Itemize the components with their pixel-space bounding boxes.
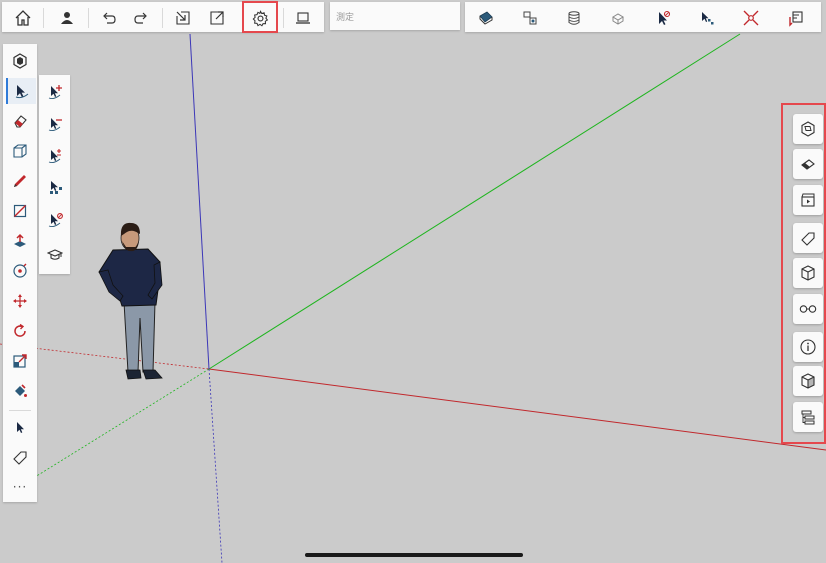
select-add-icon[interactable]: [42, 79, 68, 105]
settings-icon[interactable]: [245, 4, 275, 32]
z-axis-negative: [208, 368, 223, 563]
rotate-icon[interactable]: [6, 318, 34, 344]
line-style-icon[interactable]: [6, 138, 34, 164]
select-none-icon[interactable]: [648, 4, 678, 32]
select-toggle-icon[interactable]: [42, 143, 68, 169]
components-panel-icon[interactable]: [793, 258, 823, 288]
export-icon[interactable]: [202, 4, 232, 32]
select-none-flyout-icon[interactable]: [42, 207, 68, 233]
move-icon[interactable]: [6, 288, 34, 314]
scale-icon[interactable]: [6, 348, 34, 374]
fit-view-icon[interactable]: [736, 4, 766, 32]
outliner-icon[interactable]: [793, 402, 823, 432]
display-icon[interactable]: [288, 4, 318, 32]
left-toolbar: ···: [3, 44, 37, 502]
learn-icon[interactable]: [42, 242, 68, 268]
more-label: ···: [12, 480, 28, 494]
push-pull-icon[interactable]: [6, 228, 34, 254]
entity-info-icon[interactable]: [793, 114, 823, 144]
solid-tools-icon[interactable]: [604, 4, 634, 32]
eraser-panel-icon[interactable]: [793, 149, 823, 179]
tools-icon[interactable]: [6, 48, 34, 74]
select-tool-icon[interactable]: [692, 4, 722, 32]
home-icon[interactable]: [8, 4, 38, 32]
tags-icon[interactable]: [793, 223, 823, 253]
redo-icon[interactable]: [126, 4, 156, 32]
measurements-box[interactable]: 測定: [330, 2, 460, 30]
paint-icon[interactable]: [6, 378, 34, 404]
top-toolbar-tools: [465, 2, 821, 32]
right-panel-tray: [783, 104, 826, 444]
select-subtract-icon[interactable]: [42, 111, 68, 137]
home-indicator[interactable]: [305, 553, 523, 557]
info-icon[interactable]: [793, 332, 823, 362]
y-axis: [208, 33, 741, 370]
scale-figure[interactable]: [98, 222, 163, 380]
y-axis-negative: [34, 368, 210, 478]
x-axis: [208, 368, 826, 451]
import-icon[interactable]: [168, 4, 198, 32]
measurements-label: 測定: [336, 13, 355, 23]
eraser-icon[interactable]: [6, 108, 34, 134]
rectangle-icon[interactable]: [6, 198, 34, 224]
orbit-icon[interactable]: [6, 258, 34, 284]
undo-icon[interactable]: [94, 4, 124, 32]
more-icon[interactable]: ···: [6, 474, 34, 500]
views-icon[interactable]: [793, 294, 823, 324]
arrow-icon[interactable]: [6, 414, 34, 440]
z-axis: [189, 33, 210, 370]
select-tool-flyout: [39, 75, 70, 274]
components-icon[interactable]: [515, 4, 545, 32]
3d-warehouse-icon[interactable]: [471, 4, 501, 32]
materials-icon[interactable]: [559, 4, 589, 32]
select-icon[interactable]: [6, 78, 36, 104]
tag-icon[interactable]: [6, 444, 34, 470]
model-viewport[interactable]: [0, 0, 826, 563]
scenes-icon[interactable]: [793, 185, 823, 215]
sketch-view-icon[interactable]: [781, 4, 811, 32]
pencil-icon[interactable]: [6, 168, 34, 194]
solid-panel-icon[interactable]: [793, 366, 823, 396]
select-group-icon[interactable]: [42, 175, 68, 201]
account-icon[interactable]: [52, 4, 82, 32]
top-toolbar-main: [2, 2, 324, 32]
